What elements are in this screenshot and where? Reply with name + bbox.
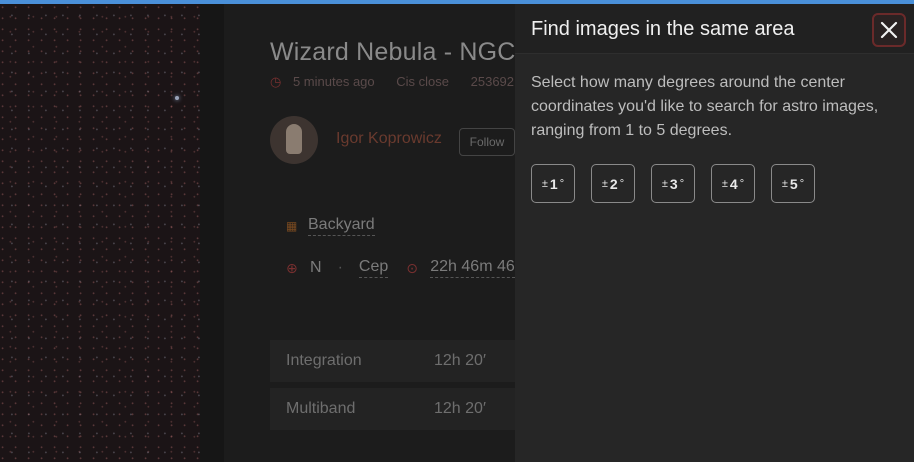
page-title: Wizard Nebula - NGC7: [270, 38, 530, 66]
degree-value: 4: [729, 175, 738, 192]
degree-1-button[interactable]: ±1 °: [531, 164, 575, 203]
degree-5-button[interactable]: ±5 °: [771, 164, 815, 203]
image-gutter: [200, 4, 224, 462]
close-button[interactable]: [872, 13, 906, 47]
location-row: ▦ Backyard: [286, 216, 375, 236]
stat-value: 12h 20′: [434, 400, 486, 417]
plus-minus: ±: [661, 177, 668, 190]
top-accent-bar: [0, 0, 914, 4]
meta-time: 5 minutes ago: [292, 74, 375, 89]
crosshair-icon: ⊙: [406, 260, 418, 276]
clock-icon: ◷: [270, 74, 282, 89]
astro-image-preview[interactable]: [0, 4, 200, 462]
coordinates-row: ⊕ N · Cep ⊙ 22h 46m 46: [286, 258, 515, 278]
stat-label: Integration: [286, 352, 362, 369]
globe-icon: ⊕: [286, 260, 298, 276]
stat-label: Multiband: [286, 400, 356, 417]
image-meta: ◷ 5 minutes ago Cis close 253692: [270, 74, 532, 90]
author-link[interactable]: Igor Koprowicz: [336, 130, 442, 148]
panel-description: Select how many degrees around the cente…: [531, 74, 879, 139]
star: [175, 96, 179, 100]
degree-symbol: °: [799, 177, 805, 190]
degree-symbol: °: [619, 177, 625, 190]
find-nearby-images-panel: Find images in the same area Select how …: [515, 4, 914, 462]
degree-value: 2: [609, 175, 618, 192]
table-row: Integration 12h 20′: [270, 340, 520, 382]
degree-symbol: °: [739, 177, 745, 190]
degree-options: ±1 ° ±2 ° ±3 ° ±4 ° ±5 °: [531, 164, 815, 203]
location-link[interactable]: Backyard: [308, 216, 375, 236]
degree-symbol: °: [559, 177, 565, 190]
degree-symbol: °: [679, 177, 685, 190]
degree-value: 3: [669, 175, 678, 192]
table-row: Multiband 12h 20′: [270, 388, 520, 430]
panel-title: Find images in the same area: [531, 18, 795, 40]
plus-minus: ±: [541, 177, 548, 190]
building-icon: ▦: [286, 219, 298, 233]
separator-dot: ·: [337, 259, 343, 276]
degree-value: 1: [549, 175, 558, 192]
stat-value: 12h 20′: [434, 352, 486, 369]
plus-minus: ±: [781, 177, 788, 190]
panel-header: Find images in the same area: [515, 4, 914, 54]
plus-minus: ±: [721, 177, 728, 190]
close-icon: [880, 21, 898, 39]
avatar[interactable]: [270, 116, 318, 164]
plus-minus: ±: [601, 177, 608, 190]
ra-coordinates[interactable]: 22h 46m 46: [430, 258, 515, 278]
follow-button[interactable]: Follow: [459, 128, 515, 156]
meta-id: 253692: [470, 74, 515, 89]
stats-table: Integration 12h 20′ Multiband 12h 20′: [270, 340, 520, 430]
degree-value: 5: [789, 175, 798, 192]
hemisphere: N: [310, 259, 322, 276]
constellation-link[interactable]: Cep: [358, 258, 389, 278]
meta-views: Cis close: [396, 74, 450, 89]
degree-2-button[interactable]: ±2 °: [591, 164, 635, 203]
degree-4-button[interactable]: ±4 °: [711, 164, 755, 203]
degree-3-button[interactable]: ±3 °: [651, 164, 695, 203]
